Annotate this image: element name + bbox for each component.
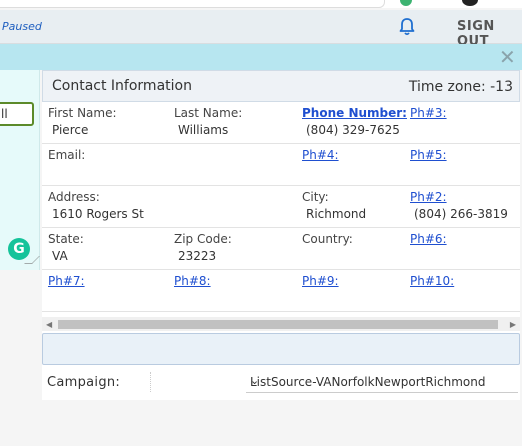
- ph6-field: Ph#6:: [410, 232, 447, 246]
- phone-link[interactable]: Phone Number:: [302, 106, 407, 120]
- ph2-value[interactable]: (804) 266-3819: [410, 207, 508, 221]
- browser-top-strip: [0, 0, 522, 8]
- bell-icon[interactable]: [397, 17, 417, 37]
- ph4-link[interactable]: Ph#4:: [302, 148, 339, 162]
- ph8-link[interactable]: Ph#8:: [174, 274, 211, 288]
- first-name-field: First Name: Pierce: [48, 106, 117, 137]
- status-dot-icon: [400, 0, 412, 6]
- first-name-label: First Name:: [48, 106, 117, 120]
- left-panel-button[interactable]: ll: [0, 102, 34, 126]
- state-value[interactable]: VA: [48, 249, 84, 263]
- agent-status: Paused: [2, 20, 42, 33]
- first-name-value[interactable]: Pierce: [48, 123, 117, 137]
- address-label: Address:: [48, 190, 100, 204]
- zip-field: Zip Code: 23223: [174, 232, 232, 263]
- top-input-edge: [0, 0, 385, 8]
- state-field: State: VA: [48, 232, 84, 263]
- zip-label: Zip Code:: [174, 232, 232, 246]
- country-label: Country:: [302, 232, 353, 246]
- last-name-value[interactable]: Williams: [174, 123, 242, 137]
- contact-title: Contact Information: [52, 78, 192, 94]
- ph10-link[interactable]: Ph#10:: [410, 274, 454, 288]
- ph4-field: Ph#4:: [302, 148, 339, 162]
- address-value[interactable]: 1610 Rogers St: [48, 207, 144, 221]
- state-label: State:: [48, 232, 84, 246]
- ph8-field: Ph#8:: [174, 274, 211, 288]
- city-value[interactable]: Richmond: [302, 207, 366, 221]
- city-label: City:: [302, 190, 329, 204]
- ph6-link[interactable]: Ph#6:: [410, 232, 447, 246]
- header-bar: Paused SIGN OUT: [0, 10, 522, 49]
- campaign-row: Campaign: ListSource-VANorfolkNewportRic…: [42, 370, 520, 396]
- ph9-link[interactable]: Ph#9:: [302, 274, 339, 288]
- app-root: Paused SIGN OUT ✕ ll G Contact Informati…: [0, 0, 522, 446]
- email-field: Email:: [48, 148, 85, 162]
- phone-value[interactable]: (804) 329-7625: [302, 123, 407, 137]
- ph3-link[interactable]: Ph#3:: [410, 106, 447, 120]
- horizontal-scrollbar[interactable]: ◀ ▶: [42, 317, 520, 331]
- ph2-field: Ph#2: (804) 266-3819: [410, 190, 508, 221]
- contact-row-extra-phones: Ph#7: Ph#8: Ph#9: Ph#10:: [42, 270, 520, 312]
- contact-row-name: First Name: Pierce Last Name: Williams P…: [42, 102, 520, 144]
- last-name-label: Last Name:: [174, 106, 243, 120]
- country-field: Country:: [302, 232, 353, 246]
- scroll-left-icon[interactable]: ◀: [46, 320, 52, 329]
- address-field: Address: 1610 Rogers St: [48, 190, 144, 221]
- contact-panel: Contact Information Time zone: -13 First…: [42, 70, 520, 400]
- city-field: City: Richmond: [302, 190, 366, 221]
- left-panel: ll G: [0, 70, 40, 270]
- ph10-field: Ph#10:: [410, 274, 454, 288]
- ph7-field: Ph#7:: [48, 274, 85, 288]
- resize-grip-icon[interactable]: [24, 256, 40, 264]
- avatar[interactable]: [462, 0, 478, 6]
- zip-value[interactable]: 23223: [174, 249, 232, 263]
- campaign-divider: [150, 372, 151, 392]
- last-name-field: Last Name: Williams: [174, 106, 242, 137]
- timezone-label: Time zone: -13: [408, 79, 513, 95]
- notification-bar: ✕: [0, 44, 522, 70]
- close-icon[interactable]: ✕: [499, 47, 516, 67]
- ph3-field: Ph#3:: [410, 106, 447, 120]
- grammarly-icon[interactable]: G: [8, 238, 30, 260]
- scrollbar-thumb[interactable]: [58, 320, 498, 329]
- ph9-field: Ph#9:: [302, 274, 339, 288]
- campaign-label: Campaign:: [47, 375, 121, 390]
- scroll-right-icon[interactable]: ▶: [510, 320, 516, 329]
- email-label: Email:: [48, 148, 86, 162]
- ph2-link[interactable]: Ph#2:: [410, 190, 508, 204]
- ph7-link[interactable]: Ph#7:: [48, 274, 85, 288]
- notes-box[interactable]: [42, 333, 520, 365]
- ph5-link[interactable]: Ph#5:: [410, 148, 447, 162]
- contact-row-state: State: VA Zip Code: 23223 Country: Ph#6:: [42, 228, 520, 270]
- contact-row-email: Email: Ph#4: Ph#5:: [42, 144, 520, 186]
- phone-field: Phone Number: (804) 329-7625: [302, 106, 407, 137]
- contact-row-address: Address: 1610 Rogers St City: Richmond P…: [42, 186, 520, 228]
- chevron-down-icon: ⌄: [250, 374, 260, 387]
- ph5-field: Ph#5:: [410, 148, 447, 162]
- contact-header: Contact Information Time zone: -13: [42, 70, 520, 102]
- campaign-select[interactable]: ListSource-VANorfolkNewportRichmond ⌄: [246, 373, 518, 393]
